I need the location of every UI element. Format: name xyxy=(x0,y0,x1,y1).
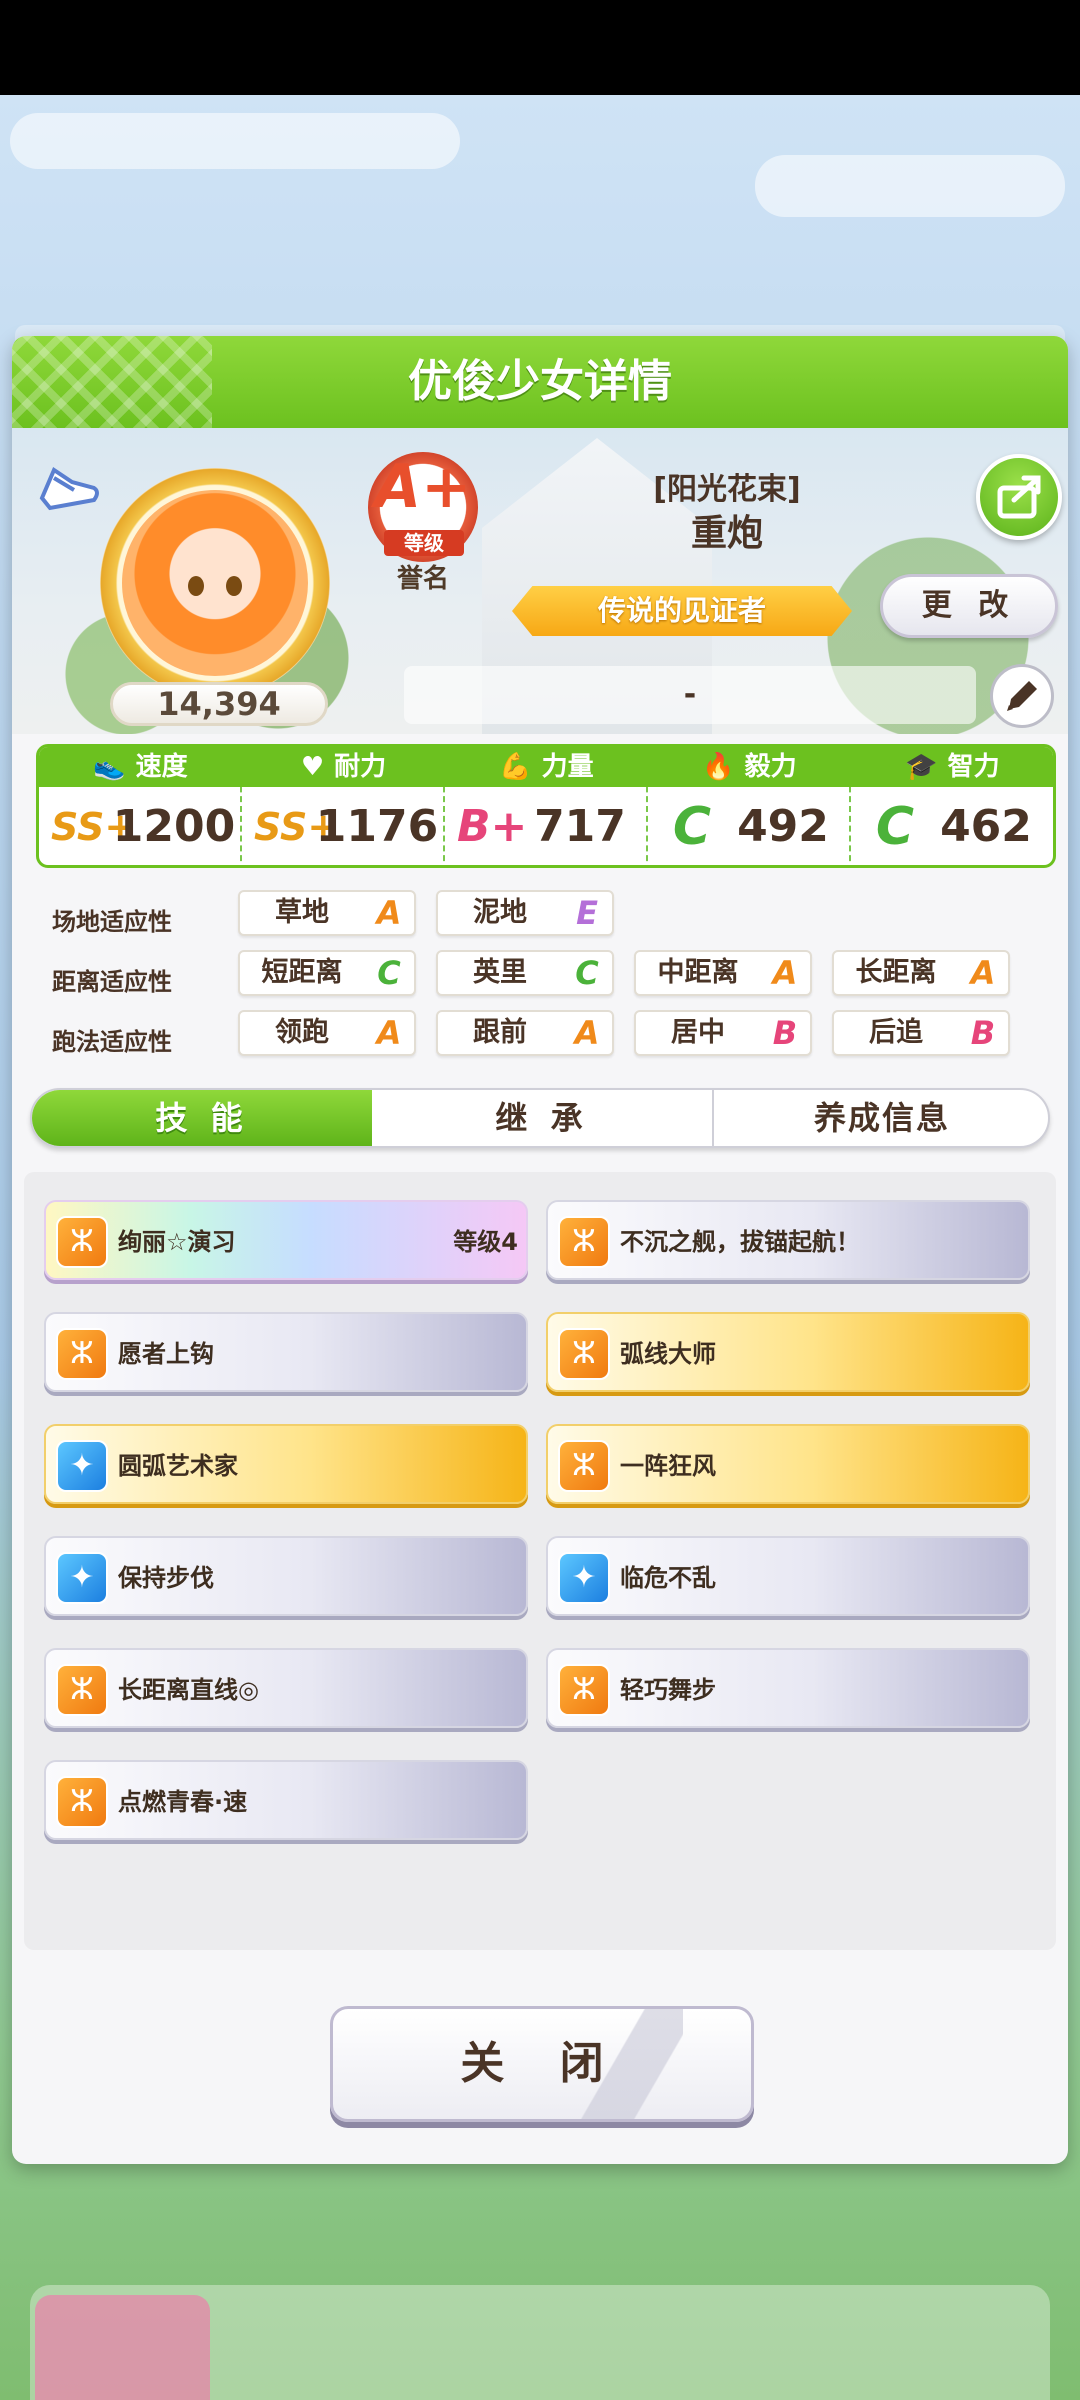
orange-runner-icon: ⵣ xyxy=(56,1328,108,1380)
apt-chip-turf: 草地 A xyxy=(238,890,416,936)
dialog-title: 优俊少女详情 xyxy=(408,356,672,407)
apt-chip-pace: 跟前 A xyxy=(436,1010,614,1056)
orange-runner-icon: ⵣ xyxy=(56,1776,108,1828)
status-bar xyxy=(0,0,1080,95)
apt-chip-late: 居中 B xyxy=(634,1010,812,1056)
skill-item[interactable]: ⵣ 长距离直线◎ xyxy=(44,1648,528,1728)
skill-item[interactable]: ⵣ 弧线大师 xyxy=(546,1312,1030,1392)
muscle-icon: 💪 xyxy=(499,752,532,782)
apt-chip-dirt: 泥地 E xyxy=(436,890,614,936)
heart-icon: ♥ xyxy=(300,752,325,782)
stat-guts: 🔥 毅力 C 492 xyxy=(648,747,851,865)
avatar xyxy=(122,490,308,676)
style-aptitude-label: 跑法适应性 xyxy=(52,1028,172,1056)
apt-chip-mile: 英里 C xyxy=(436,950,614,996)
tab-training-info[interactable]: 养成信息 xyxy=(712,1090,1048,1146)
stat-label: 💪 力量 xyxy=(445,747,648,787)
skill-item[interactable]: ⵣ 轻巧舞步 xyxy=(546,1648,1030,1728)
graduation-cap-icon: 🎓 xyxy=(905,752,938,782)
stat-value: 1176 xyxy=(315,801,439,852)
share-button[interactable] xyxy=(976,454,1062,540)
skill-item[interactable]: ✦ 保持步伐 xyxy=(44,1536,528,1616)
title-ribbon: 传说的见证者 xyxy=(512,586,852,636)
stat-value: 492 xyxy=(737,801,829,852)
apt-chip-medium: 中距离 A xyxy=(634,950,812,996)
orange-runner-icon: ⵣ xyxy=(558,1328,610,1380)
stat-grade: C xyxy=(672,797,712,857)
orange-runner-icon: ⵣ xyxy=(56,1664,108,1716)
character-name: 重炮 xyxy=(690,513,763,554)
stat-grade: B+ xyxy=(457,801,528,852)
orange-runner-icon: ⵣ xyxy=(56,1216,108,1268)
shoe-icon: 👟 xyxy=(93,752,126,782)
stat-stamina: ♥ 耐力 SS+ 1176 xyxy=(242,747,445,865)
change-title-button[interactable]: 更 改 xyxy=(880,574,1058,638)
skill-item[interactable]: ⵣ 一阵狂风 xyxy=(546,1424,1030,1504)
stat-value: 1200 xyxy=(112,801,236,852)
blue-sparkle-icon: ✦ xyxy=(56,1552,108,1604)
flame-icon: 🔥 xyxy=(702,752,735,782)
skill-item[interactable]: ⵣ 不沉之舰，拔锚起航！ xyxy=(546,1200,1030,1280)
detail-tabs: 技 能 继 承 养成信息 xyxy=(30,1088,1050,1148)
tab-skills[interactable]: 技 能 xyxy=(32,1090,372,1146)
stat-grade: SS+ xyxy=(254,805,340,849)
stat-speed: 👟 速度 SS+ 1200 xyxy=(39,747,242,865)
skill-item[interactable]: ⵣ 绚丽☆演习 等级4 xyxy=(44,1200,528,1280)
stat-label: 🎓 智力 xyxy=(851,747,1053,787)
apt-chip-long: 长距离 A xyxy=(832,950,1010,996)
stat-label: ♥ 耐力 xyxy=(242,747,445,787)
tab-inheritance[interactable]: 继 承 xyxy=(372,1090,712,1146)
stat-value: 462 xyxy=(940,801,1032,852)
close-button-label: 关 闭 xyxy=(460,2038,624,2089)
rank-grade: A+ xyxy=(374,452,472,522)
share-icon xyxy=(997,475,1041,519)
skill-item[interactable]: ⵣ 愿者上钩 xyxy=(44,1312,528,1392)
distance-aptitude-label: 距离适应性 xyxy=(52,968,172,996)
stat-label: 🔥 毅力 xyxy=(648,747,851,787)
apt-chip-end: 后追 B xyxy=(832,1010,1010,1056)
honor-label: 誉名 xyxy=(396,564,449,594)
blue-sparkle-icon: ✦ xyxy=(558,1552,610,1604)
edit-memo-button[interactable] xyxy=(990,664,1054,728)
orange-runner-icon: ⵣ xyxy=(558,1440,610,1492)
umamusume-detail-dialog: 优俊少女详情 14,394 A+ 等级 誉名 [阳光花束] 重炮 传说的见证者 … xyxy=(12,336,1068,2164)
skill-item[interactable]: ✦ 临危不乱 xyxy=(546,1536,1030,1616)
skill-item[interactable]: ⵣ 点燃青春·速 xyxy=(44,1760,528,1840)
stat-label: 👟 速度 xyxy=(39,747,242,787)
track-aptitude-label: 场地适应性 xyxy=(52,908,172,936)
memo-field: - xyxy=(404,666,976,724)
orange-runner-icon: ⵣ xyxy=(558,1216,610,1268)
fame-points: 14,394 xyxy=(110,682,328,726)
apt-chip-sprint: 短距离 C xyxy=(238,950,416,996)
stat-power: 💪 力量 B+ 717 xyxy=(445,747,648,865)
stat-grade: SS+ xyxy=(51,805,137,849)
skill-item[interactable]: ✦ 圆弧艺术家 xyxy=(44,1424,528,1504)
pencil-icon xyxy=(1007,681,1037,711)
close-button[interactable]: 关 闭 xyxy=(330,2006,754,2122)
apt-chip-front: 领跑 A xyxy=(238,1010,416,1056)
stat-grade: C xyxy=(875,797,915,857)
stat-wit: 🎓 智力 C 462 xyxy=(851,747,1053,865)
stat-value: 717 xyxy=(534,801,626,852)
blue-sparkle-icon: ✦ xyxy=(56,1440,108,1492)
stats-panel: 👟 速度 SS+ 1200 ♥ 耐力 SS+ 1176 💪 力量 B+ 717 🔥 毅力… xyxy=(36,744,1056,868)
rank-label: 等级 xyxy=(384,530,464,556)
shoe-icon xyxy=(39,467,99,511)
outfit-name: [阳光花束] xyxy=(653,472,801,507)
orange-runner-icon: ⵣ xyxy=(558,1664,610,1716)
